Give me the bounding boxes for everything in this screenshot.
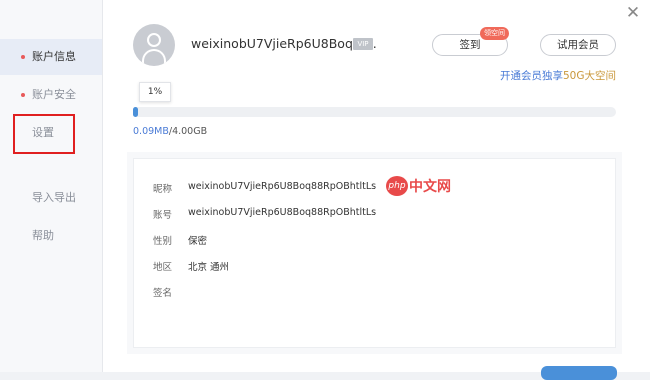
gender-value: 保密 [188, 236, 208, 247]
save-button[interactable] [541, 366, 617, 380]
info-panel: 昵称 weixinobU7VjieRp6U8Boq88RpOBhtltLs 账号… [133, 158, 616, 348]
sidebar-item-help[interactable]: 帮助 [0, 218, 102, 254]
sidebar-item-label: 导入导出 [32, 191, 76, 204]
region-value: 北京 通州 [188, 262, 230, 273]
settings-highlight-box [13, 114, 75, 154]
close-icon[interactable]: ✕ [625, 5, 641, 22]
gender-label: 性别 [153, 236, 173, 247]
php-watermark-logo: php 中文网 [386, 175, 451, 197]
sidebar-item-label: 帮助 [32, 229, 54, 242]
storage-progress-fill [133, 107, 138, 117]
account-value: weixinobU7VjieRp6U8Boq88RpOBhtltLs [188, 207, 377, 218]
watermark-logo-icon: php [386, 175, 408, 196]
bullet-dot-icon [21, 93, 25, 97]
nickname-value: weixinobU7VjieRp6U8Boq88RpOBhtltLs [188, 181, 377, 192]
storage-progress-bar [133, 107, 616, 117]
region-label: 地区 [153, 262, 173, 273]
progress-tooltip: 1% [139, 82, 171, 102]
avatar-body-icon [142, 49, 166, 66]
trial-member-button[interactable]: 试用会员 [540, 34, 616, 56]
sign-in-tag: 领空间 [480, 27, 509, 40]
account-label: 账号 [153, 210, 173, 221]
promo-link[interactable]: 开通会员独享50G大空间 [500, 68, 616, 83]
avatar-head-icon [147, 33, 161, 47]
sidebar: 账户信息 账户安全 设置 导入导出 帮助 [0, 0, 103, 372]
main-panel: ✕ weixinobU7VjieRp6U8Boq88.. VIP 签到 领空间 … [103, 0, 650, 380]
username: weixinobU7VjieRp6U8Boq88.. [191, 36, 377, 51]
active-dot-icon [21, 55, 25, 59]
vip-badge: VIP [353, 38, 373, 50]
storage-usage: 0.09MB/4.00GB [133, 126, 207, 137]
avatar[interactable] [133, 24, 175, 66]
watermark-text: 中文网 [409, 178, 451, 195]
storage-total: /4.00GB [168, 126, 208, 137]
sidebar-item-label: 账户安全 [32, 88, 76, 101]
sidebar-item-account-security[interactable]: 账户安全 [0, 77, 102, 113]
signature-label: 签名 [153, 288, 173, 299]
promo-highlight: 50G大空间 [563, 70, 616, 82]
sidebar-item-account-info[interactable]: 账户信息 [0, 39, 102, 75]
sidebar-item-import-export[interactable]: 导入导出 [0, 180, 102, 216]
promo-text: 开通会员独享 [500, 70, 563, 82]
storage-used: 0.09MB [133, 126, 169, 137]
sidebar-item-label: 账户信息 [32, 50, 76, 63]
nickname-label: 昵称 [153, 184, 173, 195]
